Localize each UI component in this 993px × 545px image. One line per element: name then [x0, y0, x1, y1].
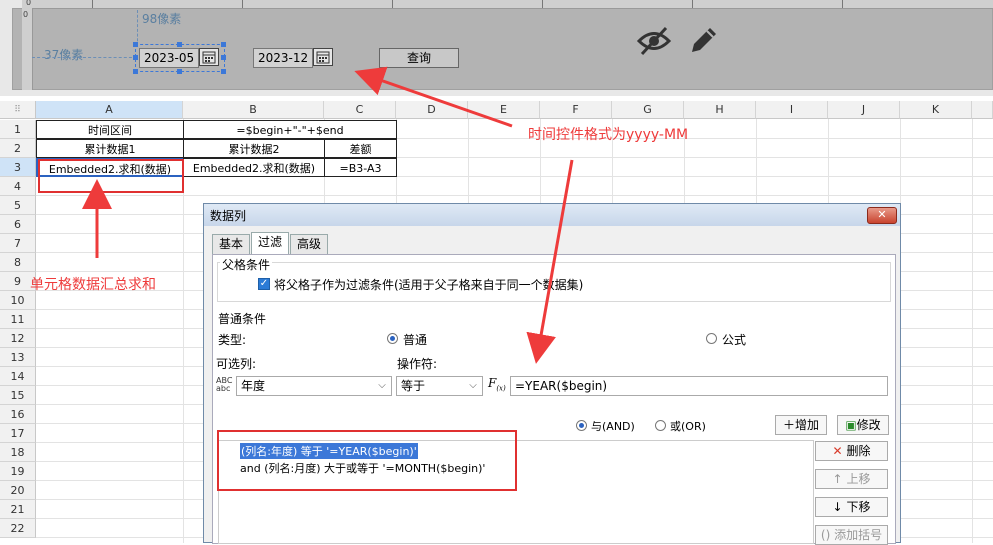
arrow-to-formula: [526, 159, 574, 364]
annotation-arrows: [82, 66, 574, 364]
arrow-to-date-widget: [354, 66, 513, 128]
